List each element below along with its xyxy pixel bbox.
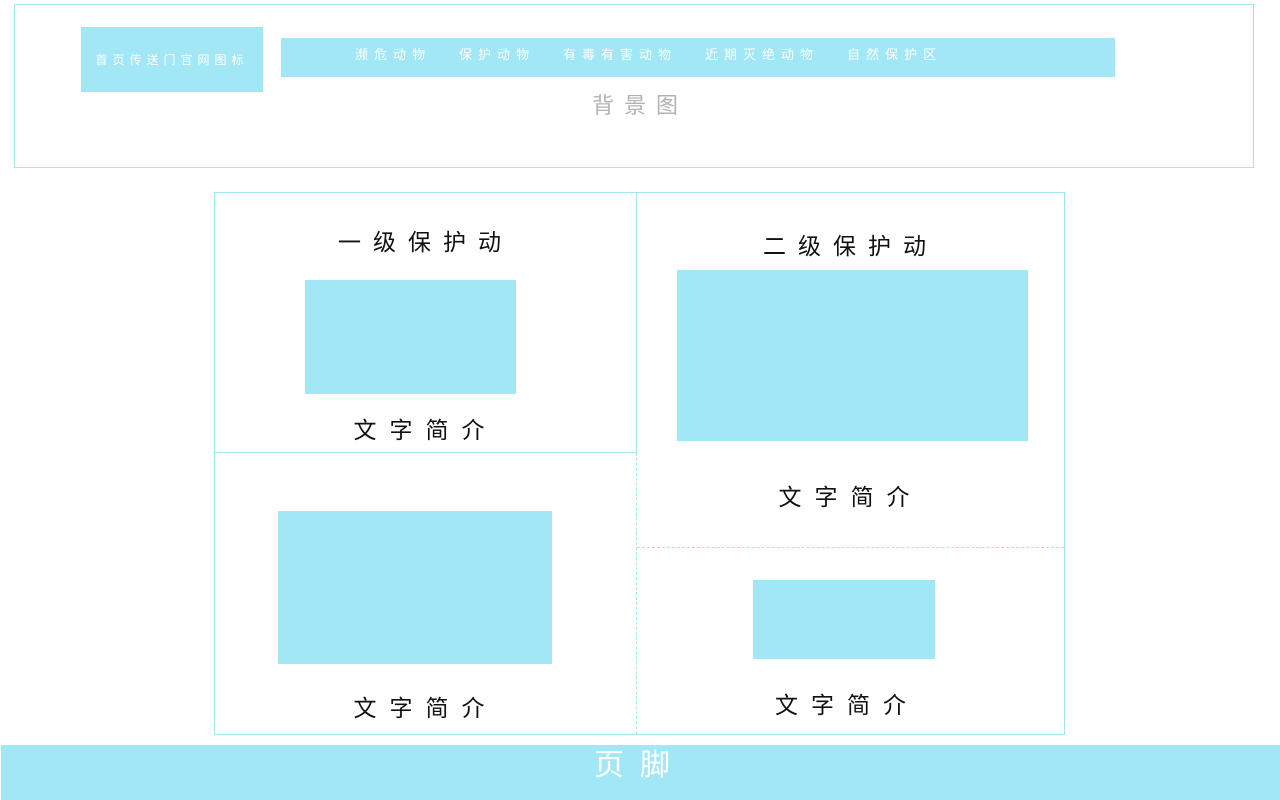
- first-level-card[interactable]: 一级保护动 文字简介: [215, 193, 637, 453]
- content-grid: 一级保护动 文字简介 二级保护动 文字简介 文字简介 文字简介: [214, 192, 1065, 735]
- bottom-right-intro: 文字简介: [775, 693, 919, 719]
- first-level-intro: 文字简介: [353, 418, 498, 444]
- second-level-intro: 文字简介: [778, 485, 923, 511]
- second-level-title: 二级保护动: [763, 234, 938, 260]
- background-image-label: 背景图: [591, 94, 688, 119]
- bottom-right-card[interactable]: 文字简介: [637, 548, 1064, 734]
- second-level-card[interactable]: 二级保护动 文字简介: [637, 193, 1064, 548]
- nav-item-nature-reserve[interactable]: 自然保护区: [847, 44, 942, 63]
- nav-item-protected[interactable]: 保护动物: [459, 44, 535, 63]
- first-level-title: 一级保护动: [338, 230, 513, 256]
- home-portal-logo[interactable]: 首页传送门官网图标: [81, 27, 263, 92]
- first-level-image[interactable]: [305, 280, 516, 394]
- nav-item-venomous[interactable]: 有毒有害动物: [563, 44, 677, 63]
- bottom-right-image[interactable]: [753, 580, 935, 659]
- nav-item-endangered[interactable]: 濒危动物: [355, 44, 431, 63]
- logo-label: 首页传送门官网图标: [95, 53, 249, 67]
- main-nav: 濒危动物 保护动物 有毒有害动物 近期灭绝动物 自然保护区: [281, 38, 1115, 77]
- nav-item-recently-extinct[interactable]: 近期灭绝动物: [705, 44, 819, 63]
- footer-label: 页脚: [594, 748, 686, 783]
- bottom-left-image[interactable]: [278, 511, 552, 664]
- bottom-left-intro: 文字简介: [353, 696, 498, 722]
- bottom-left-card[interactable]: 文字简介: [215, 453, 637, 734]
- second-level-image[interactable]: [677, 270, 1028, 441]
